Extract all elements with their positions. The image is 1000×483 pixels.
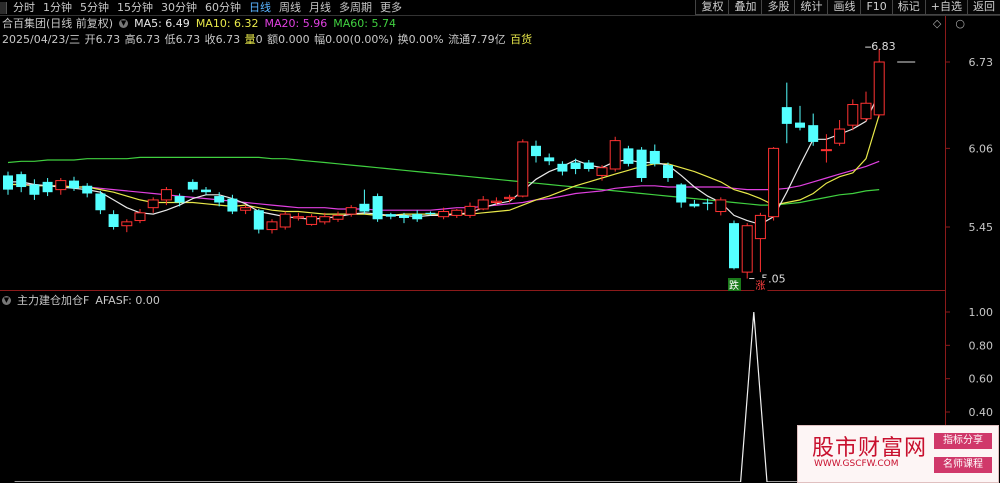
indicator-axis-label: 0.40 xyxy=(969,406,994,419)
candle-body xyxy=(95,193,106,211)
candle-body xyxy=(332,214,344,220)
candle-body xyxy=(3,175,13,190)
indicator-axis-label: 1.00 xyxy=(969,306,994,319)
candle-body xyxy=(69,180,79,189)
candle-body xyxy=(42,181,53,193)
ma20-line xyxy=(8,160,880,211)
candle-body xyxy=(663,165,673,179)
indicator-axis-label: 0.80 xyxy=(969,339,994,352)
price-axis-label: 6.73 xyxy=(969,56,994,69)
price-axis-label: 6.06 xyxy=(969,142,994,155)
candle-body xyxy=(359,203,370,212)
price-axis-label: 5.45 xyxy=(969,221,994,234)
kline-chart[interactable]: 6.736.065.451.000.800.600.406.835.05跌涨 xyxy=(0,0,1000,482)
candle-body xyxy=(873,61,885,116)
candle-body xyxy=(504,196,516,200)
candle-body xyxy=(676,184,687,203)
candle-body xyxy=(108,214,119,227)
candle-body xyxy=(399,215,409,218)
candle-body xyxy=(729,223,739,269)
candle-body xyxy=(517,141,529,197)
candle-body xyxy=(345,207,357,215)
candle-body xyxy=(253,210,264,230)
indicator-settings-icon[interactable]: ▼ xyxy=(2,295,11,305)
indicator-value: AFASF: 0.00 xyxy=(95,293,160,307)
candle-body xyxy=(134,212,146,222)
candle-body xyxy=(636,149,647,179)
candle-body xyxy=(214,196,225,203)
candle-body xyxy=(464,205,476,216)
candle-body xyxy=(385,214,396,217)
candle-body xyxy=(55,180,67,191)
candle-body xyxy=(531,145,541,157)
candle-body xyxy=(557,163,568,172)
down-tag: 跌 xyxy=(729,279,739,292)
candle-body xyxy=(689,203,700,207)
candle-body xyxy=(29,184,40,195)
watermark-url: WWW.GSCFW.COM xyxy=(814,459,899,469)
candle-body xyxy=(860,102,872,120)
afasf-line xyxy=(14,311,886,482)
candle-body xyxy=(227,198,238,212)
candle-body xyxy=(201,189,211,193)
candle-body xyxy=(292,216,304,219)
candle-body xyxy=(754,214,766,240)
candle-body xyxy=(609,140,621,170)
candle-body xyxy=(425,212,436,215)
candle-body xyxy=(820,149,832,152)
candle-body xyxy=(544,157,555,162)
ma60-line xyxy=(7,156,880,206)
watermark-tag-course: 名师课程 xyxy=(934,457,992,473)
watermark-banner: 股市财富网 WWW.GSCFW.COM 指标分享 名师课程 xyxy=(797,425,999,483)
candle-body xyxy=(372,196,383,220)
candle-body xyxy=(121,221,133,227)
candle-body xyxy=(596,167,608,176)
candle-body xyxy=(319,216,331,223)
candle-body xyxy=(741,225,753,273)
candle-body xyxy=(160,189,172,201)
candle-body xyxy=(768,147,780,218)
candle-body xyxy=(490,200,502,204)
candle-body xyxy=(174,196,185,203)
candle-body xyxy=(583,162,594,169)
candle-body xyxy=(649,150,660,164)
ma5-line xyxy=(8,92,880,226)
high-price-mark: 6.83 xyxy=(871,40,896,53)
candle-body xyxy=(16,174,27,188)
candle-body xyxy=(834,128,846,144)
candle-body xyxy=(808,125,819,142)
candle-body xyxy=(715,199,727,213)
indicator-name[interactable]: 主力建仓加仓F xyxy=(17,292,89,308)
candle-body xyxy=(795,122,805,128)
watermark-brand: 股市财富网 xyxy=(812,436,928,461)
watermark-tag-share: 指标分享 xyxy=(934,433,992,449)
candle-body xyxy=(623,148,634,164)
candle-body xyxy=(82,185,93,194)
candle-body xyxy=(306,216,318,225)
candle-body xyxy=(438,211,450,218)
candle-body xyxy=(240,207,252,211)
candle-body xyxy=(570,162,581,169)
candle-body xyxy=(187,181,198,190)
candle-body xyxy=(412,214,423,220)
candle-body xyxy=(781,107,792,124)
candle-body xyxy=(477,199,489,210)
candle-body xyxy=(279,213,291,228)
candle-body xyxy=(847,104,859,126)
up-tag: 涨 xyxy=(755,280,765,292)
indicator-axis-label: 0.60 xyxy=(969,373,994,386)
ma10-line xyxy=(8,114,880,216)
candle-body xyxy=(702,202,713,204)
candle-body xyxy=(451,209,463,216)
candle-body xyxy=(266,221,278,231)
indicator-title-row: ▼ 主力建仓加仓F AFASF: 0.00 xyxy=(2,293,166,307)
candle-body xyxy=(147,199,159,209)
